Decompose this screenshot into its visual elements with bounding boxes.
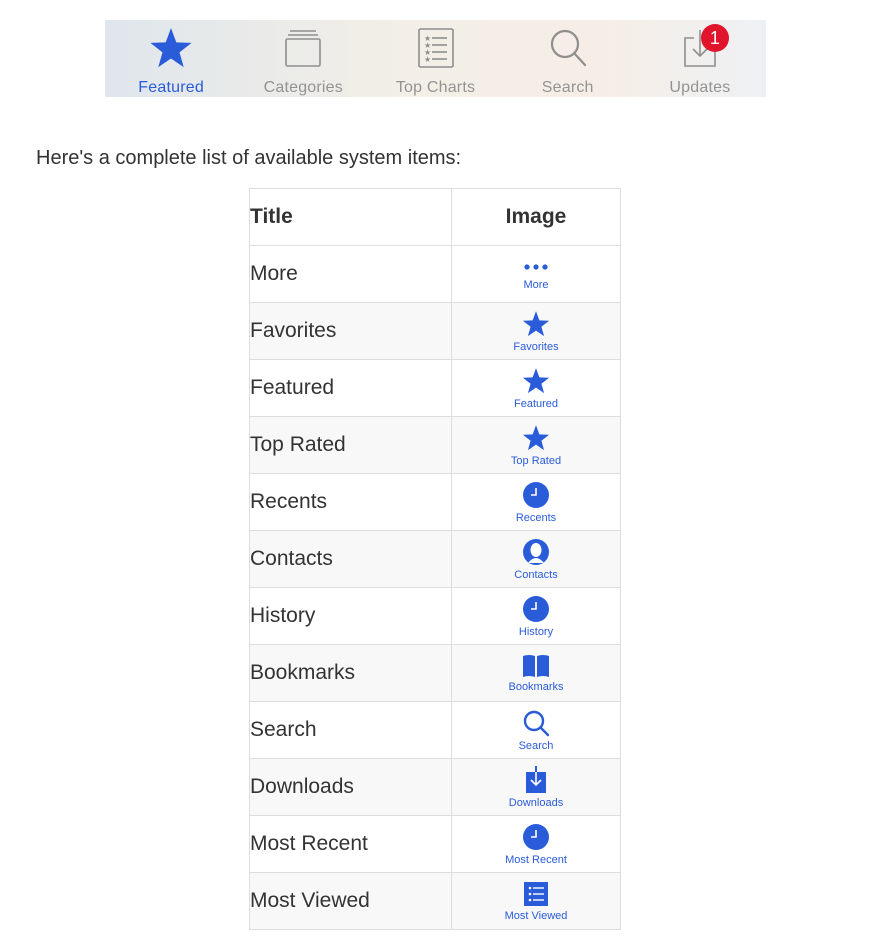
- star-icon: [522, 367, 550, 393]
- system-items-table: Title Image More More Favorites Favorite…: [249, 188, 621, 930]
- header-image: Image: [451, 188, 621, 246]
- tab-search[interactable]: Search: [502, 20, 634, 97]
- more-icon: [524, 263, 548, 270]
- table-row: Contacts Contacts: [249, 530, 621, 588]
- tab-label: Categories: [263, 79, 343, 96]
- row-title: Downloads: [249, 758, 452, 816]
- item-label: Top Rated: [510, 454, 562, 467]
- tab-featured[interactable]: Featured: [105, 20, 237, 97]
- row-image: Contacts: [451, 530, 621, 588]
- svg-text:★: ★: [424, 55, 431, 64]
- item-label: Search: [518, 739, 554, 752]
- item-label: Recents: [515, 511, 557, 524]
- row-title: Top Rated: [249, 416, 452, 474]
- table-row: More More: [249, 245, 621, 303]
- search-item[interactable]: Search: [518, 709, 554, 752]
- row-image: Downloads: [451, 758, 621, 816]
- item-label: Bookmarks: [508, 680, 564, 693]
- book-icon: [523, 654, 549, 677]
- updates-badge: 1: [700, 24, 729, 52]
- row-image: Top Rated: [451, 416, 621, 474]
- tab-categories[interactable]: Categories: [237, 20, 369, 97]
- row-image: Bookmarks: [451, 644, 621, 702]
- search-icon: [545, 26, 591, 70]
- table-row: Downloads Downloads: [249, 758, 621, 816]
- item-label: More: [523, 278, 549, 291]
- row-title: Bookmarks: [249, 644, 452, 702]
- table-row: Recents Recents: [249, 473, 621, 531]
- table-header-row: Title Image: [249, 188, 621, 246]
- contact-icon: [522, 538, 549, 565]
- tab-updates[interactable]: 1 Updates: [634, 20, 766, 97]
- history-item[interactable]: History: [519, 595, 553, 638]
- intro-text: Here's a complete list of available syst…: [36, 147, 462, 169]
- row-title: Contacts: [249, 530, 452, 588]
- categories-icon: [280, 26, 326, 70]
- row-title: Most Viewed: [249, 872, 452, 930]
- most-viewed-item[interactable]: Most Viewed: [504, 881, 568, 922]
- star-icon: [522, 424, 550, 450]
- row-image: Favorites: [451, 302, 621, 360]
- table-row: Most Viewed Most Viewed: [249, 872, 621, 930]
- row-image: Recents: [451, 473, 621, 531]
- tab-label: Featured: [138, 79, 204, 96]
- table-row: Favorites Favorites: [249, 302, 621, 360]
- table-row: Search Search: [249, 701, 621, 759]
- list-icon: ★ ★ ★ ★: [413, 26, 459, 70]
- list-icon: [524, 881, 548, 906]
- tab-top-charts[interactable]: ★ ★ ★ ★ Top Charts: [369, 20, 501, 97]
- download-icon: [525, 765, 546, 793]
- row-title: More: [249, 245, 452, 303]
- more-item[interactable]: More: [521, 258, 551, 291]
- row-title: History: [249, 587, 452, 645]
- item-label: History: [518, 625, 554, 638]
- favorites-item[interactable]: Favorites: [513, 310, 559, 353]
- item-label: Contacts: [514, 568, 558, 581]
- tab-bar: Featured Categories ★ ★ ★ ★ Top Charts S…: [105, 20, 766, 97]
- tab-label: Search: [541, 79, 594, 96]
- row-image: Most Viewed: [451, 872, 621, 930]
- clock-icon: [522, 481, 549, 508]
- table-row: History History: [249, 587, 621, 645]
- row-title: Favorites: [249, 302, 452, 360]
- bookmarks-item[interactable]: Bookmarks: [508, 654, 564, 693]
- item-label: Featured: [513, 397, 559, 410]
- header-title: Title: [249, 188, 452, 246]
- row-image: Search: [451, 701, 621, 759]
- recents-item[interactable]: Recents: [516, 481, 556, 524]
- clock-icon: [523, 823, 549, 850]
- star-icon: [148, 26, 194, 70]
- item-label: Most Viewed: [504, 909, 568, 922]
- row-title: Recents: [249, 473, 452, 531]
- featured-item[interactable]: Featured: [514, 367, 558, 410]
- row-title: Featured: [249, 359, 452, 417]
- row-title: Most Recent: [249, 815, 452, 873]
- row-image: More: [451, 245, 621, 303]
- clock-icon: [522, 595, 549, 622]
- table-row: Top Rated Top Rated: [249, 416, 621, 474]
- table-row: Bookmarks Bookmarks: [249, 644, 621, 702]
- item-label: Favorites: [513, 340, 559, 353]
- item-label: Downloads: [508, 796, 564, 809]
- top-rated-item[interactable]: Top Rated: [511, 424, 561, 467]
- most-recent-item[interactable]: Most Recent: [505, 823, 567, 866]
- tab-label: Top Charts: [395, 79, 476, 96]
- item-label: Most Recent: [505, 853, 567, 866]
- row-image: Most Recent: [451, 815, 621, 873]
- contacts-item[interactable]: Contacts: [514, 538, 558, 581]
- downloads-item[interactable]: Downloads: [508, 765, 564, 809]
- table-row: Featured Featured: [249, 359, 621, 417]
- row-image: History: [451, 587, 621, 645]
- tab-label: Updates: [669, 79, 731, 96]
- star-icon: [522, 310, 550, 336]
- search-icon: [523, 710, 550, 736]
- row-image: Featured: [451, 359, 621, 417]
- row-title: Search: [249, 701, 452, 759]
- table-row: Most Recent Most Recent: [249, 815, 621, 873]
- download-icon: 1: [677, 24, 729, 70]
